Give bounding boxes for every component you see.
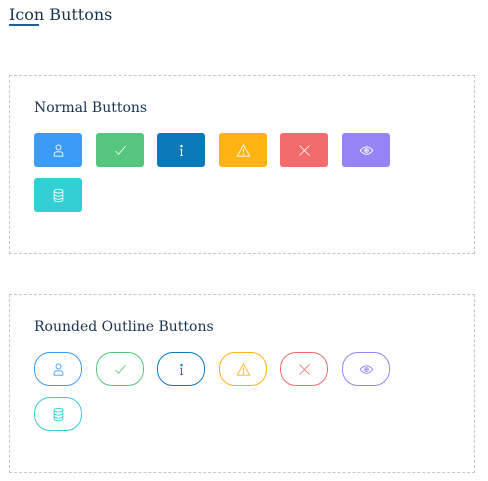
outline-database-button[interactable] — [34, 397, 82, 431]
normal-buttons-panel: Normal Buttons — [9, 75, 475, 254]
outline-user-button[interactable] — [34, 352, 82, 386]
rounded-outline-buttons-title: Rounded Outline Buttons — [34, 319, 214, 335]
database-icon — [51, 407, 66, 422]
eye-icon — [359, 143, 374, 158]
eye-icon — [359, 362, 374, 377]
outline-close-button[interactable] — [280, 352, 328, 386]
info-icon — [174, 143, 189, 158]
warning-icon — [236, 143, 251, 158]
normal-check-button[interactable] — [96, 133, 144, 167]
outline-eye-button[interactable] — [342, 352, 390, 386]
close-icon — [297, 143, 312, 158]
close-icon — [297, 362, 312, 377]
check-icon — [113, 143, 128, 158]
normal-eye-button[interactable] — [342, 133, 390, 167]
normal-user-button[interactable] — [34, 133, 82, 167]
normal-info-button[interactable] — [157, 133, 205, 167]
outline-check-button[interactable] — [96, 352, 144, 386]
normal-database-button[interactable] — [34, 178, 82, 212]
database-icon — [51, 188, 66, 203]
title-underline — [9, 24, 39, 26]
normal-close-button[interactable] — [280, 133, 328, 167]
user-icon — [51, 362, 66, 377]
normal-warning-button[interactable] — [219, 133, 267, 167]
info-icon — [174, 362, 189, 377]
user-icon — [51, 143, 66, 158]
check-icon — [113, 362, 128, 377]
page-title: Icon Buttons — [9, 5, 113, 24]
normal-buttons-title: Normal Buttons — [34, 100, 148, 116]
rounded-outline-buttons-panel: Rounded Outline Buttons — [9, 294, 475, 473]
outline-warning-button[interactable] — [219, 352, 267, 386]
outline-info-button[interactable] — [157, 352, 205, 386]
warning-icon — [236, 362, 251, 377]
